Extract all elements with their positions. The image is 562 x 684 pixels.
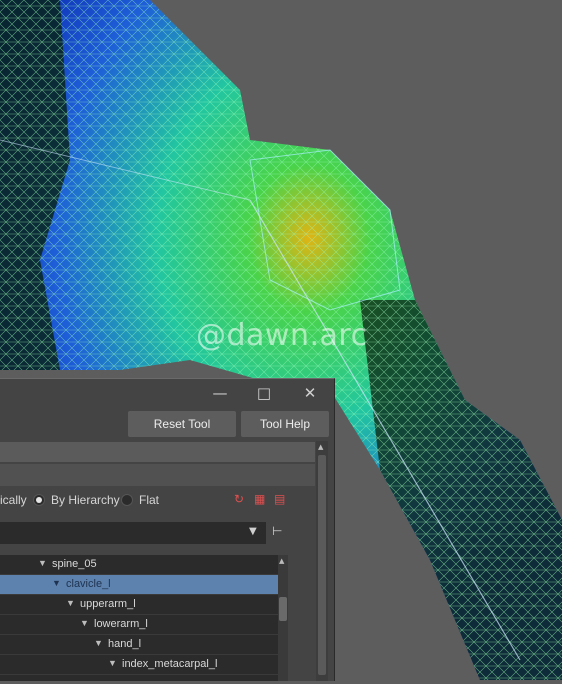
close-icon[interactable]: ✕ xyxy=(290,379,330,406)
refresh-icon[interactable]: ↻ xyxy=(234,492,244,506)
joint-dialog: — □ ✕ Reset Tool Tool Help ically By Hie… xyxy=(0,378,335,681)
scroll-up-icon[interactable]: ▲ xyxy=(279,557,284,565)
dialog-scroll-thumb[interactable] xyxy=(318,455,326,675)
by-hierarchy-label: By Hierarchy xyxy=(51,493,120,507)
tree-row-label: upperarm_l xyxy=(80,598,136,610)
flat-radio[interactable] xyxy=(122,495,132,505)
chevron-down-icon[interactable]: ▼ xyxy=(249,526,257,537)
tree-row[interactable]: ▼ spine_05 xyxy=(0,555,278,575)
filter-dropdown[interactable]: ▼ xyxy=(0,522,266,544)
tree-row[interactable]: ▼ hand_l xyxy=(0,635,278,655)
minimize-icon[interactable]: — xyxy=(200,379,240,406)
expand-arrow-icon[interactable]: ▼ xyxy=(52,578,61,588)
watermark-text: @dawn.arc xyxy=(196,318,368,353)
collapse-tree-icon[interactable]: ▤ xyxy=(274,492,285,506)
pin-icon[interactable]: ⊢ xyxy=(272,524,282,538)
maximize-icon[interactable]: □ xyxy=(244,379,284,406)
alphabetically-label: ically xyxy=(0,493,27,507)
expand-arrow-icon[interactable]: ▼ xyxy=(38,558,47,568)
flat-label: Flat xyxy=(139,493,160,507)
expand-arrow-icon[interactable]: ▼ xyxy=(80,618,89,628)
tree-scroll-thumb[interactable] xyxy=(279,597,287,621)
sort-options: ically By Hierarchy Flat ↻ ▦ ▤ xyxy=(0,489,315,513)
expand-arrow-icon[interactable]: ▼ xyxy=(94,638,103,648)
tree-row[interactable]: ▼ clavicle_l xyxy=(0,575,278,595)
tree-row[interactable]: ▼ upperarm_l xyxy=(0,595,278,615)
tool-help-button[interactable]: Tool Help xyxy=(241,411,329,437)
tree-row-label: hand_l xyxy=(108,638,142,650)
tree-row-label: index_metacarpal_l xyxy=(122,658,218,670)
collapsed-section-header[interactable] xyxy=(0,442,315,462)
dialog-toolbar: Reset Tool Tool Help xyxy=(0,409,334,439)
dialog-scroll-up-icon[interactable]: ▲ xyxy=(318,443,323,451)
tree-row-label: spine_05 xyxy=(52,558,97,570)
reset-tool-button[interactable]: Reset Tool xyxy=(128,411,236,437)
tree-row-label: clavicle_l xyxy=(66,578,111,590)
collapsed-section-bar[interactable] xyxy=(0,464,315,486)
by-hierarchy-radio[interactable] xyxy=(34,495,44,505)
expand-tree-icon[interactable]: ▦ xyxy=(254,492,265,506)
tree-row[interactable]: ▼ lowerarm_l xyxy=(0,615,278,635)
expand-arrow-icon[interactable]: ▼ xyxy=(108,658,117,668)
expand-arrow-icon[interactable]: ▼ xyxy=(66,598,75,608)
tree-scrollbar[interactable]: ▲ xyxy=(278,555,288,681)
dialog-scrollbar[interactable]: ▲ xyxy=(316,441,328,681)
dialog-titlebar[interactable]: — □ ✕ xyxy=(0,379,334,406)
tree-row[interactable]: ▼ index_metacarpal_l xyxy=(0,655,278,675)
tree-row-label: lowerarm_l xyxy=(94,618,148,630)
joint-tree: ▼ spine_05 ▼ clavicle_l ▼ upperarm_l ▼ l… xyxy=(0,555,278,681)
